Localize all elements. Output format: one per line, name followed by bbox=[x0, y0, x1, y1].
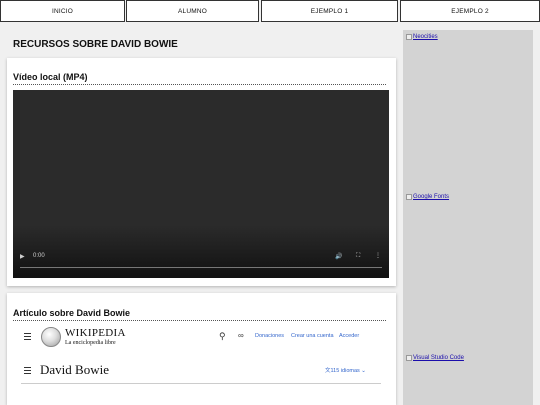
wikipedia-globe-logo bbox=[41, 327, 61, 347]
video-card: Vídeo local (MP4) ▶ 0:00 🔊 ⛶ ⋮ bbox=[7, 58, 396, 286]
wikipedia-embed[interactable]: WIKIPEDIA La enciclopedia libre ⚲ ∞ Dona… bbox=[13, 326, 389, 396]
more-options-icon[interactable]: ⋮ bbox=[375, 252, 381, 259]
video-time: 0:00 bbox=[33, 253, 45, 259]
video-player[interactable]: ▶ 0:00 🔊 ⛶ ⋮ bbox=[13, 90, 389, 278]
article-title: David Bowie bbox=[40, 362, 109, 377]
languages-count: 115 idiomas bbox=[330, 368, 360, 374]
wikipedia-wordmark: WIKIPEDIA bbox=[65, 327, 126, 339]
languages-button[interactable]: 文115 idiomas ⌄ bbox=[325, 366, 366, 374]
menu-icon[interactable] bbox=[24, 333, 31, 342]
section-divider bbox=[13, 84, 386, 85]
sidebar-link-neocities[interactable]: Neocities bbox=[406, 34, 438, 40]
donate-link[interactable]: Donaciones bbox=[255, 333, 284, 339]
broken-image-icon bbox=[406, 34, 412, 40]
section-divider bbox=[13, 320, 386, 321]
page-title: RECURSOS SOBRE DAVID BOWIE bbox=[13, 39, 178, 50]
sidebar-link-google-fonts[interactable]: Google Fonts bbox=[406, 194, 449, 200]
nav-ejemplo-2[interactable]: EJEMPLO 2 bbox=[400, 0, 540, 22]
login-link[interactable]: Acceder bbox=[339, 333, 359, 339]
volume-icon[interactable]: 🔊 bbox=[335, 253, 342, 260]
article-card: Artículo sobre David Bowie WIKIPEDIA La … bbox=[7, 293, 396, 405]
search-icon[interactable]: ⚲ bbox=[219, 331, 226, 342]
sidebar: Neocities Google Fonts Visual Studio Cod… bbox=[403, 30, 533, 405]
sidebar-link-vscode[interactable]: Visual Studio Code bbox=[406, 355, 464, 361]
wikipedia-tagline: La enciclopedia libre bbox=[65, 340, 116, 346]
play-icon[interactable]: ▶ bbox=[20, 253, 25, 260]
divider bbox=[21, 383, 381, 384]
broken-image-icon bbox=[406, 194, 412, 200]
top-nav: INICIO ALUMNO EJEMPLO 1 EJEMPLO 2 bbox=[0, 0, 540, 22]
toc-icon[interactable] bbox=[24, 367, 31, 376]
nav-ejemplo-1[interactable]: EJEMPLO 1 bbox=[261, 0, 398, 22]
create-account-link[interactable]: Crear una cuenta bbox=[291, 333, 334, 339]
article-section-title: Artículo sobre David Bowie bbox=[13, 308, 131, 318]
broken-image-icon bbox=[406, 355, 412, 361]
video-progress-bar[interactable] bbox=[20, 267, 382, 268]
glasses-icon[interactable]: ∞ bbox=[238, 331, 244, 340]
fullscreen-icon[interactable]: ⛶ bbox=[356, 253, 360, 260]
video-section-title: Vídeo local (MP4) bbox=[13, 72, 88, 82]
nav-inicio[interactable]: INICIO bbox=[0, 0, 125, 22]
nav-alumno[interactable]: ALUMNO bbox=[126, 0, 259, 22]
